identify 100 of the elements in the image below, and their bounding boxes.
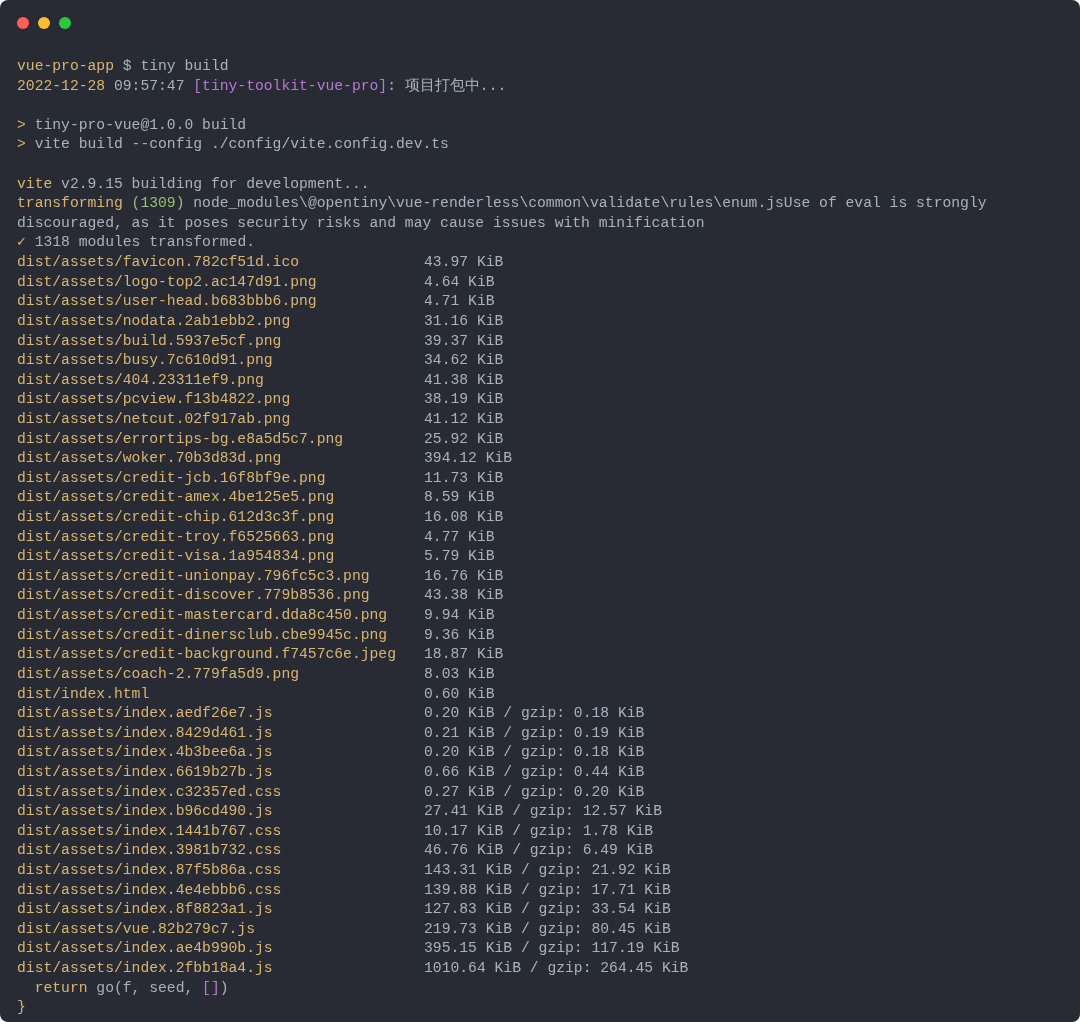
file-path: dist/assets/credit-amex.4be125e5.png bbox=[17, 488, 336, 508]
file-path: dist/assets/coach-2.779fa5d9.png bbox=[17, 664, 301, 684]
highlighted-text: 2022-12-28 bbox=[17, 77, 106, 94]
file-path: dist/index.html bbox=[17, 684, 151, 704]
highlighted-text: vite bbox=[17, 175, 53, 192]
highlighted-text: > bbox=[17, 136, 26, 153]
file-size: 4.64 KiB bbox=[424, 272, 495, 292]
file-path: dist/assets/user-head.b683bbb6.png bbox=[17, 292, 318, 312]
file-size: 16.08 KiB bbox=[424, 508, 504, 527]
output-text: ) bbox=[219, 979, 229, 996]
file-size: 143.31 KiB / gzip: 21.92 KiB bbox=[424, 861, 671, 880]
file-size: 9.94 KiB bbox=[424, 606, 495, 626]
file-size: 9.36 KiB bbox=[424, 625, 495, 645]
file-path: dist/assets/index.6619b27b.js bbox=[17, 762, 274, 782]
file-size: 31.16 KiB bbox=[424, 311, 504, 331]
file-path: dist/assets/404.23311ef9.png bbox=[17, 370, 265, 390]
file-size: 395.15 KiB / gzip: 117.19 KiB bbox=[424, 939, 680, 959]
highlighted-text: transforming bbox=[17, 195, 124, 212]
file-path: dist/assets/errortips-bg.e8a5d5c7.png bbox=[17, 429, 345, 449]
file-path: dist/assets/credit-discover.779b8536.png bbox=[17, 586, 371, 606]
file-path: dist/assets/woker.70b3d83d.png bbox=[17, 449, 283, 469]
file-path: dist/assets/credit-chip.612d3c3f.png bbox=[17, 508, 336, 527]
file-size: 41.38 KiB bbox=[424, 370, 504, 390]
file-size: 0.20 KiB / gzip: 0.18 KiB bbox=[424, 704, 645, 724]
file-path: dist/assets/pcview.f13b4822.png bbox=[17, 390, 292, 410]
highlighted-text: } bbox=[17, 999, 26, 1016]
window-control-button[interactable] bbox=[59, 17, 71, 29]
file-path: dist/assets/netcut.02f917ab.png bbox=[17, 409, 292, 429]
count-text: (1309) bbox=[131, 195, 185, 212]
file-size: 39.37 KiB bbox=[424, 331, 504, 351]
file-path: dist/assets/index.87f5b86a.css bbox=[17, 861, 283, 880]
file-path: dist/assets/busy.7c610d91.png bbox=[17, 351, 274, 371]
tag-text: [tiny-toolkit-vue-pro] bbox=[193, 77, 388, 94]
file-size: 4.71 KiB bbox=[424, 292, 495, 312]
highlighted-text: return bbox=[33, 979, 88, 996]
file-size: 16.76 KiB bbox=[424, 566, 504, 586]
file-size: 0.60 KiB bbox=[424, 684, 495, 704]
file-size: 4.77 KiB bbox=[424, 527, 495, 547]
file-path: dist/assets/credit-jcb.16f8bf9e.png bbox=[17, 468, 327, 488]
file-path: dist/assets/index.ae4b990b.js bbox=[17, 939, 274, 959]
file-size: 41.12 KiB bbox=[424, 409, 504, 429]
file-path: dist/assets/index.b96cd490.js bbox=[17, 802, 274, 822]
file-size: 394.12 KiB bbox=[424, 449, 513, 469]
file-size: 10.17 KiB / gzip: 1.78 KiB bbox=[424, 821, 654, 841]
file-size: 18.87 KiB bbox=[424, 645, 504, 665]
file-path: dist/assets/credit-troy.f6525663.png bbox=[17, 527, 336, 547]
output-text: 1318 modules transformed. bbox=[33, 234, 255, 251]
highlighted-text: > bbox=[17, 116, 26, 133]
file-path: dist/assets/index.3981b732.css bbox=[17, 841, 283, 861]
file-path: dist/assets/logo-top2.ac147d91.png bbox=[17, 272, 318, 292]
file-size: 43.97 KiB bbox=[424, 253, 504, 273]
output-text: $ tiny build bbox=[121, 58, 229, 74]
file-path: dist/assets/index.1441b767.css bbox=[17, 821, 283, 841]
file-path: dist/assets/credit-background.f7457c6e.jpeg bbox=[17, 645, 397, 665]
file-size: 11.73 KiB bbox=[424, 468, 504, 488]
output-text: vite build --config ./config/vite.config.dev.ts bbox=[33, 136, 449, 153]
file-path: dist/assets/favicon.782cf51d.ico bbox=[17, 253, 301, 273]
file-path: dist/assets/index.aedf26e7.js bbox=[17, 704, 274, 724]
file-path: dist/assets/credit-unionpay.796fc5c3.png bbox=[17, 566, 371, 586]
file-size: 0.21 KiB / gzip: 0.19 KiB bbox=[424, 723, 645, 743]
file-path: dist/assets/credit-mastercard.dda8c450.png bbox=[17, 606, 389, 626]
file-size: 0.66 KiB / gzip: 0.44 KiB bbox=[424, 762, 645, 782]
file-size: 1010.64 KiB / gzip: 264.45 KiB bbox=[424, 959, 689, 979]
file-size: 25.92 KiB bbox=[424, 429, 504, 449]
file-path: dist/assets/credit-dinersclub.cbe9945c.png bbox=[17, 625, 389, 645]
window-control-button[interactable] bbox=[17, 17, 29, 29]
file-path: dist/assets/build.5937e5cf.png bbox=[17, 331, 283, 351]
highlighted-text: vue-pro-app bbox=[17, 58, 114, 74]
file-size: 27.41 KiB / gzip: 12.57 KiB bbox=[424, 802, 662, 822]
file-path: dist/assets/index.8429d461.js bbox=[17, 723, 274, 743]
output-text: v2.9.15 building for development... bbox=[60, 175, 370, 192]
file-path: dist/assets/index.8f8823a1.js bbox=[17, 900, 274, 920]
output-text: go(f, seed, bbox=[95, 979, 195, 996]
file-size: 46.76 KiB / gzip: 6.49 KiB bbox=[424, 841, 654, 861]
file-size: 0.27 KiB / gzip: 0.20 KiB bbox=[424, 782, 645, 802]
file-size: 38.19 KiB bbox=[424, 390, 504, 410]
highlighted-text: ✓ bbox=[17, 234, 26, 251]
output-text: discouraged, as it poses security risks and may cause issues with minification bbox=[17, 214, 705, 231]
file-path: dist/assets/index.c32357ed.css bbox=[17, 782, 283, 802]
file-size: 34.62 KiB bbox=[424, 351, 504, 371]
file-path: dist/assets/nodata.2ab1ebb2.png bbox=[17, 311, 292, 331]
file-path: dist/assets/index.4b3bee6a.js bbox=[17, 743, 274, 763]
file-size: 8.03 KiB bbox=[424, 664, 495, 684]
file-size: 0.20 KiB / gzip: 0.18 KiB bbox=[424, 743, 645, 763]
tag-text: [] bbox=[202, 979, 220, 996]
file-size: 8.59 KiB bbox=[424, 488, 495, 508]
file-size: 5.79 KiB bbox=[424, 547, 495, 567]
output-text: tiny-pro-vue@1.0.0 build bbox=[33, 116, 247, 133]
file-size: 127.83 KiB / gzip: 33.54 KiB bbox=[424, 900, 671, 920]
file-size: 43.38 KiB bbox=[424, 586, 504, 606]
file-path: dist/assets/index.2fbb18a4.js bbox=[17, 959, 274, 979]
file-path: dist/assets/vue.82b279c7.js bbox=[17, 919, 256, 939]
file-size: 139.88 KiB / gzip: 17.71 KiB bbox=[424, 880, 671, 900]
output-text: node_modules\@opentiny\vue-renderless\common\validate\rules\enum.jsUse of eval is strongly bbox=[192, 195, 987, 212]
output-text: : 项目打包中... bbox=[387, 77, 507, 94]
output-text: 09:57:47 bbox=[112, 77, 186, 94]
file-path: dist/assets/credit-visa.1a954834.png bbox=[17, 547, 336, 567]
file-path: dist/assets/index.4e4ebbb6.css bbox=[17, 880, 283, 900]
file-size: 219.73 KiB / gzip: 80.45 KiB bbox=[424, 919, 671, 939]
window-control-button[interactable] bbox=[38, 17, 50, 29]
